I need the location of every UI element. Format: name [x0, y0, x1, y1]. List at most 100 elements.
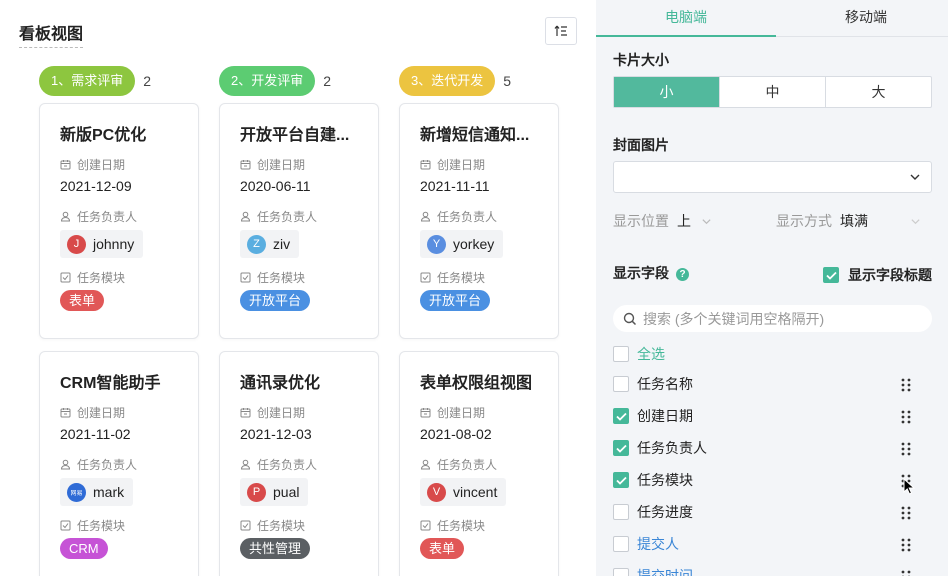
- drag-handle-icon[interactable]: [901, 378, 911, 392]
- display-mode-label: 显示方式: [776, 213, 832, 229]
- field-checkbox[interactable]: [613, 472, 629, 488]
- field-label-text: 任务模块: [257, 271, 306, 285]
- tab-mobile[interactable]: 移动端: [776, 0, 948, 37]
- question-icon[interactable]: ?: [676, 267, 689, 281]
- tab-desktop[interactable]: 电脑端: [596, 0, 776, 37]
- chevron-down-icon: [910, 174, 920, 180]
- card-title: 开放平台自建...: [240, 127, 350, 144]
- owner-chip[interactable]: Yyorkey: [420, 230, 504, 258]
- owner-chip[interactable]: 网易 mark: [60, 478, 134, 506]
- task-card[interactable]: 开放平台自建... 创建日期 2020-06-11 任务负责人 Zziv 任务模…: [219, 103, 379, 339]
- chevron-down-icon: [702, 218, 711, 224]
- calendar-icon: [60, 160, 71, 170]
- select-all-checkbox[interactable]: [613, 346, 629, 362]
- display-fields-text: 显示字段: [613, 265, 669, 281]
- drag-handle-icon[interactable]: [901, 570, 911, 576]
- owner-chip[interactable]: Zziv: [240, 230, 300, 258]
- task-card[interactable]: 表单权限组视图 创建日期 2021-08-02 任务负责人 Vvincent 任…: [399, 351, 559, 576]
- field-checkbox[interactable]: [613, 504, 629, 520]
- task-card[interactable]: 新版PC优化 创建日期 2021-12-09 任务负责人 Jjohnny 任务模…: [39, 103, 199, 339]
- field-row-module[interactable]: 任务模块: [613, 469, 913, 491]
- chevron-down-icon: [911, 218, 920, 224]
- search-icon: [623, 312, 637, 325]
- owner-name: ziv: [273, 236, 291, 252]
- field-row-submitter[interactable]: 提交人: [613, 533, 913, 555]
- field-checkbox[interactable]: [613, 376, 629, 392]
- field-row-submit-time[interactable]: 提交时间: [613, 565, 913, 576]
- field-label: 提交人: [637, 536, 679, 552]
- column-stage-pill[interactable]: 2、开发评审: [219, 66, 316, 96]
- owner-chip[interactable]: Ppual: [240, 478, 309, 506]
- field-checkbox[interactable]: [613, 440, 629, 456]
- checkbox-square-icon: [240, 520, 251, 531]
- owner-chip[interactable]: Jjohnny: [60, 230, 144, 258]
- field-checkbox[interactable]: [613, 408, 629, 424]
- avatar: 网易: [67, 482, 86, 502]
- field-label: 任务进度: [637, 504, 693, 520]
- avatar: Z: [247, 234, 266, 254]
- card-size-small-button[interactable]: 小: [614, 77, 719, 107]
- drag-handle-icon[interactable]: [901, 506, 911, 520]
- board-column-2: 2、开发评审 2 开放平台自建... 创建日期 2020-06-11 任务负责人…: [219, 66, 379, 576]
- card-size-segmented: 小 中 大: [613, 76, 932, 108]
- drag-handle-icon[interactable]: [901, 538, 911, 552]
- task-card[interactable]: CRM智能助手 创建日期 2021-11-02 任务负责人 网易 mark 任务模…: [39, 351, 199, 576]
- display-position-select[interactable]: 显示位置 上: [613, 211, 712, 231]
- column-stage-pill[interactable]: 1、需求评审: [39, 66, 136, 96]
- show-titles-checkbox[interactable]: [823, 267, 839, 283]
- field-label-text: 创建日期: [257, 158, 306, 172]
- drag-handle-icon[interactable]: [901, 442, 911, 456]
- app-root: 看板视图 1、需求评审 2 新版PC优化 创建日期 2021-12-09 任务负…: [0, 0, 948, 576]
- date-value: 2020-06-11: [240, 178, 311, 194]
- checkbox-square-icon: [60, 272, 71, 283]
- date-field-label: 创建日期: [420, 404, 485, 421]
- field-search-input[interactable]: [643, 310, 923, 327]
- owner-chip[interactable]: Vvincent: [420, 478, 507, 506]
- field-row-progress[interactable]: 任务进度: [613, 501, 913, 523]
- owner-name: pual: [273, 484, 300, 500]
- column-header: 2、开发评审 2: [219, 66, 379, 96]
- date-value: 2021-11-11: [420, 178, 490, 194]
- person-icon: [60, 211, 71, 222]
- checkbox-square-icon: [60, 520, 71, 531]
- date-field-label: 创建日期: [60, 404, 125, 421]
- date-value: 2021-12-03: [240, 426, 312, 442]
- field-row-owner[interactable]: 任务负责人: [613, 437, 913, 459]
- checkbox-square-icon: [420, 520, 431, 531]
- cover-image-select[interactable]: [613, 161, 932, 193]
- task-card[interactable]: 新增短信通知... 创建日期 2021-11-11 任务负责人 Yyorkey …: [399, 103, 559, 339]
- task-card[interactable]: 通讯录优化 创建日期 2021-12-03 任务负责人 Ppual 任务模块 共…: [219, 351, 379, 576]
- person-icon: [420, 459, 431, 470]
- column-stage-pill[interactable]: 3、迭代开发: [399, 66, 496, 96]
- date-field-label: 创建日期: [60, 156, 125, 173]
- owner-field-label: 任务负责人: [60, 208, 137, 225]
- card-title: 表单权限组视图: [420, 375, 533, 392]
- date-value: 2021-12-09: [60, 178, 132, 194]
- card-size-large-button[interactable]: 大: [825, 77, 931, 107]
- person-icon: [420, 211, 431, 222]
- module-tag: 表单: [420, 538, 465, 559]
- card-size-medium-button[interactable]: 中: [719, 77, 825, 107]
- owner-field-label: 任务负责人: [240, 208, 317, 225]
- select-all-row[interactable]: 全选: [613, 343, 913, 365]
- date-field-label: 创建日期: [240, 404, 305, 421]
- display-mode-select[interactable]: 显示方式 填满: [776, 211, 921, 231]
- field-row-created-date[interactable]: 创建日期: [613, 405, 913, 427]
- sort-button[interactable]: [545, 17, 577, 45]
- card-size-label: 卡片大小: [613, 52, 669, 68]
- show-field-titles-toggle[interactable]: 显示字段标题: [823, 265, 932, 285]
- owner-name: mark: [93, 484, 125, 500]
- field-label-text: 创建日期: [437, 406, 486, 420]
- field-label-text: 任务负责人: [257, 458, 318, 472]
- kanban-board: 看板视图 1、需求评审 2 新版PC优化 创建日期 2021-12-09 任务负…: [0, 0, 596, 576]
- field-label-text: 创建日期: [77, 158, 126, 172]
- avatar: Y: [427, 234, 446, 254]
- field-checkbox[interactable]: [613, 536, 629, 552]
- drag-handle-icon[interactable]: [901, 410, 911, 424]
- field-row-task-name[interactable]: 任务名称: [613, 373, 913, 395]
- column-header: 3、迭代开发 5: [399, 66, 559, 96]
- show-titles-label: 显示字段标题: [848, 267, 932, 283]
- field-label-text: 任务模块: [77, 519, 126, 533]
- module-field-label: 任务模块: [240, 517, 305, 534]
- field-checkbox[interactable]: [613, 568, 629, 576]
